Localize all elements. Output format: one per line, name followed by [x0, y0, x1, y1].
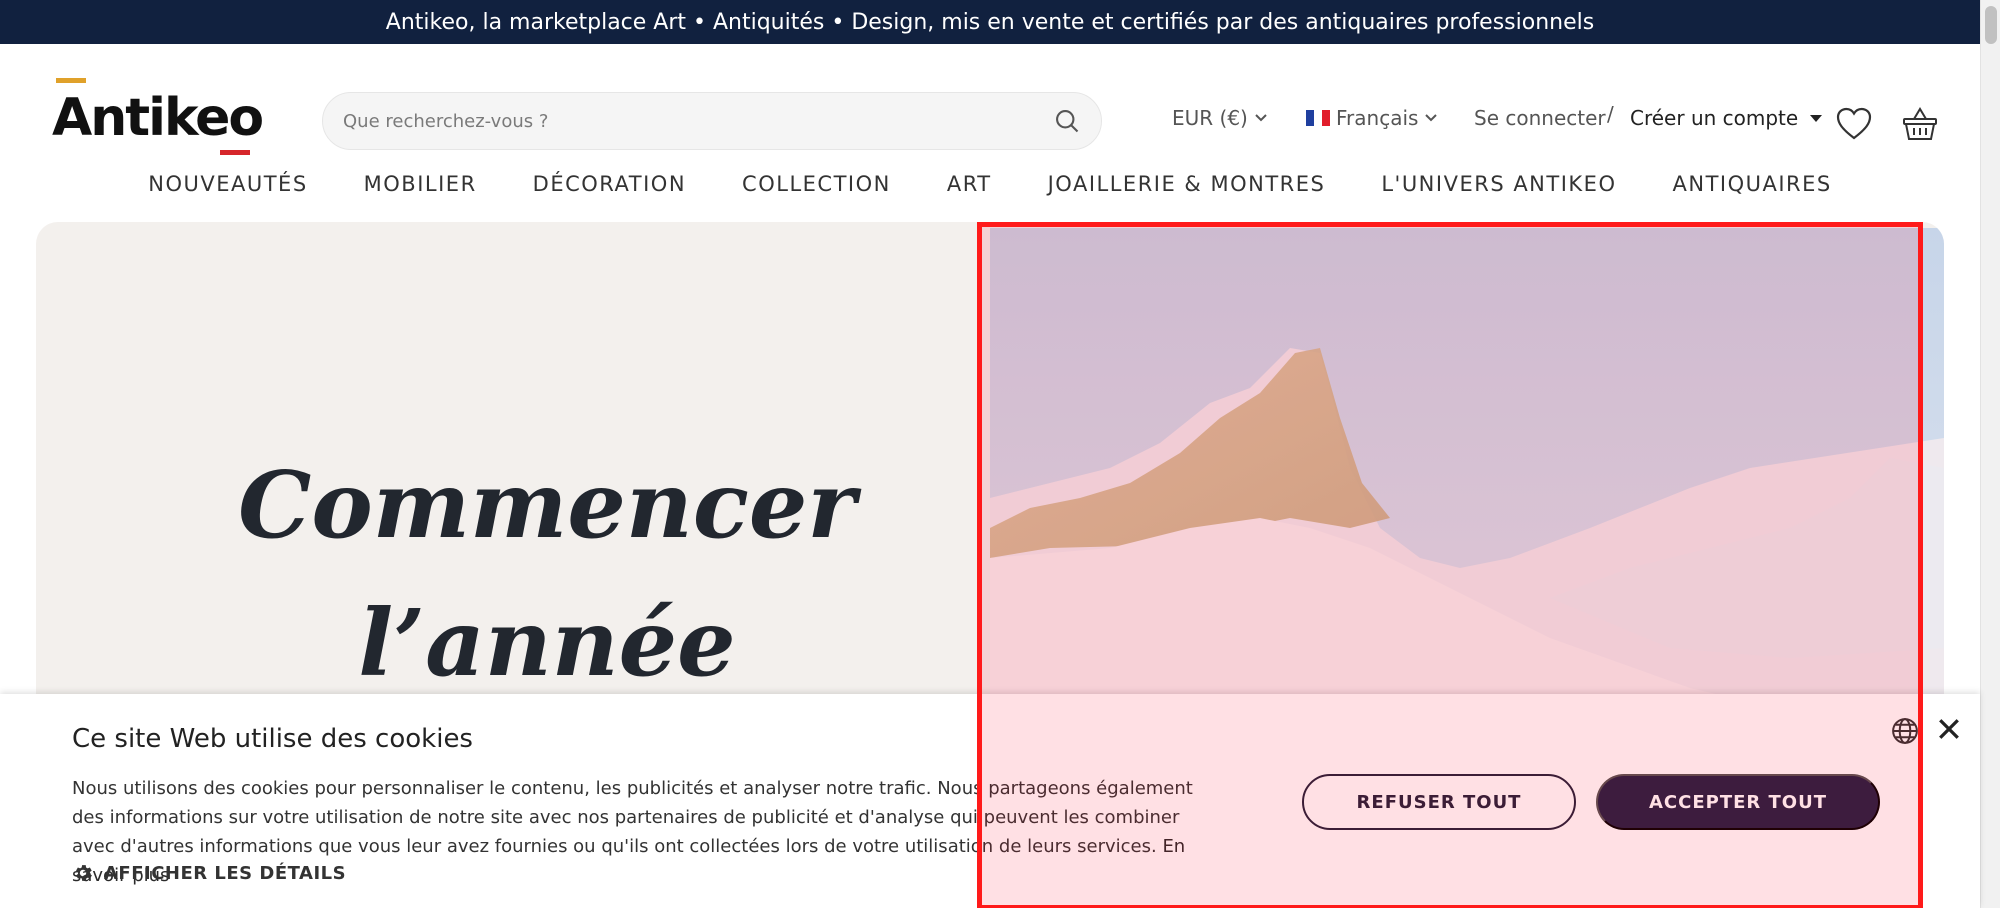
logo-text: Antikeo [52, 88, 264, 148]
announcement-text: Antikeo, la marketplace Art • Antiquités… [385, 9, 1595, 35]
currency-selector[interactable]: EUR (€) [1172, 106, 1268, 130]
accept-all-button[interactable]: ACCEPTER TOUT [1596, 774, 1880, 830]
show-details-toggle[interactable]: AFFICHER LES DÉTAILS [72, 862, 346, 884]
create-account-label: Créer un compte [1630, 106, 1799, 130]
cookie-body-text: Nous utilisons des cookies pour personna… [72, 778, 1193, 857]
login-link[interactable]: Se connecter [1474, 106, 1606, 130]
header-separator: / [1607, 102, 1614, 126]
nav-item-mobilier[interactable]: MOBILIER [364, 172, 477, 208]
vertical-scrollbar[interactable] [1980, 0, 2000, 908]
scrollbar-thumb[interactable] [1985, 6, 1997, 44]
language-label: Français [1336, 106, 1419, 130]
search-input[interactable] [343, 110, 1053, 132]
nav-item-joaillerie-montres[interactable]: JOAILLERIE & MONTRES [1048, 172, 1326, 208]
gear-icon [76, 865, 92, 881]
search-icon[interactable] [1053, 107, 1081, 135]
caret-down-icon [1810, 114, 1823, 122]
search-bar[interactable] [322, 92, 1102, 150]
nav-item-art[interactable]: ART [947, 172, 992, 208]
logo-accent-top [56, 78, 86, 83]
nav-item-collection[interactable]: COLLECTION [742, 172, 891, 208]
nav-item-decoration[interactable]: DÉCORATION [533, 172, 686, 208]
language-selector[interactable]: Français [1306, 106, 1438, 130]
create-account-link[interactable]: Créer un compte [1630, 106, 1823, 130]
login-label: Se connecter [1474, 106, 1606, 130]
currency-label: EUR (€) [1172, 106, 1248, 130]
hero-title-line1: Commencer [238, 451, 856, 559]
refuse-all-button[interactable]: REFUSER TOUT [1302, 774, 1576, 830]
basket-icon[interactable] [1900, 104, 1940, 144]
close-icon[interactable] [1934, 714, 1964, 744]
chevron-down-icon [1425, 114, 1438, 122]
show-details-label: AFFICHER LES DÉTAILS [104, 862, 347, 884]
france-flag-icon [1306, 110, 1330, 126]
nav-item-nouveautes[interactable]: NOUVEAUTÉS [148, 172, 307, 208]
cookie-banner: Ce site Web utilise des cookies Nous uti… [0, 694, 1980, 908]
site-logo[interactable]: Antikeo [52, 78, 264, 158]
main-navigation: NOUVEAUTÉS MOBILIER DÉCORATION COLLECTIO… [0, 172, 1980, 208]
chevron-down-icon [1255, 114, 1267, 122]
announcement-bar: Antikeo, la marketplace Art • Antiquités… [0, 0, 1980, 44]
cookie-title: Ce site Web utilise des cookies [72, 724, 473, 754]
separator-text: / [1607, 102, 1614, 126]
nav-item-antiquaires[interactable]: ANTIQUAIRES [1673, 172, 1832, 208]
nav-item-univers-antikeo[interactable]: L'UNIVERS ANTIKEO [1381, 172, 1616, 208]
heart-icon[interactable] [1834, 104, 1874, 144]
logo-accent-bottom [220, 150, 250, 155]
globe-icon[interactable] [1890, 716, 1920, 746]
